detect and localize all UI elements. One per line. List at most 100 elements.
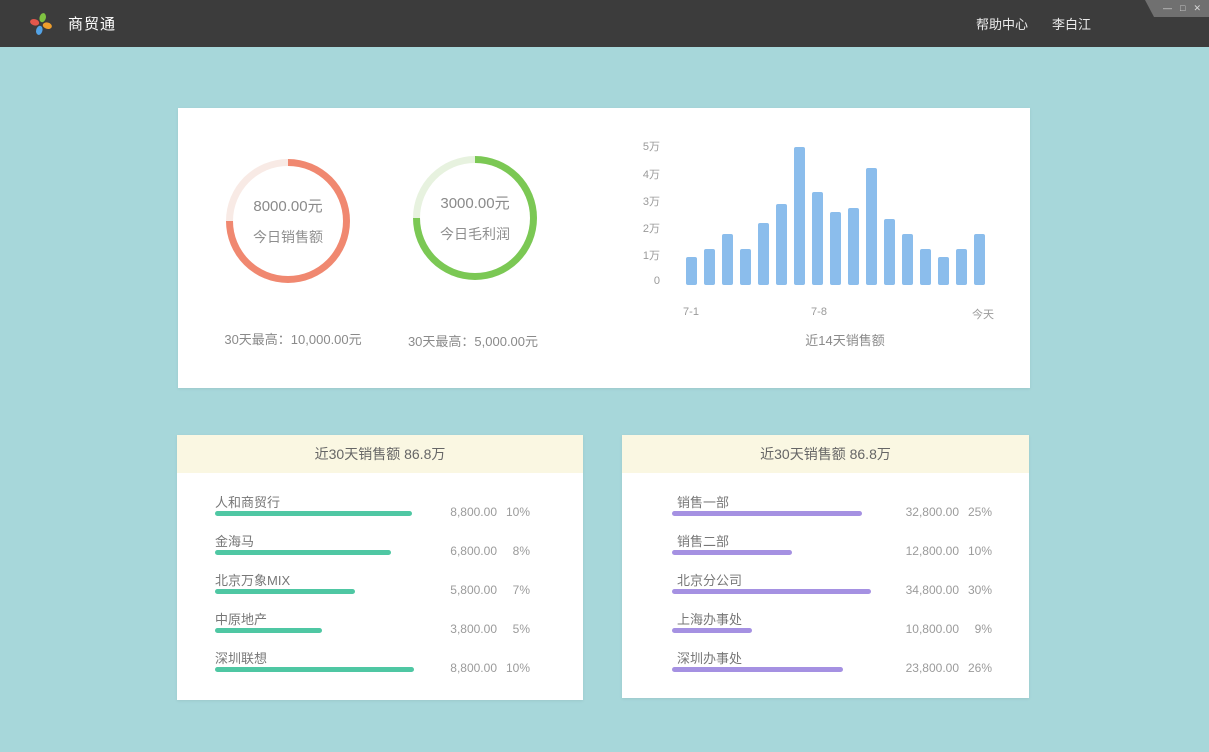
today-sales-value: 8000.00元 xyxy=(253,195,322,216)
donut-center: 3000.00元 今日毛利润 xyxy=(420,163,530,273)
rank-item-percent: 5% xyxy=(497,622,530,636)
sales-bar xyxy=(704,249,715,285)
overview-card: 8000.00元 今日销售额 30天最高：10,000.00元 3000.00元… xyxy=(178,108,1030,388)
titlebar: 商贸通 帮助中心 李白江 — □ ✕ xyxy=(0,0,1209,47)
help-center-link[interactable]: 帮助中心 xyxy=(976,14,1028,33)
sales-bar xyxy=(866,168,877,285)
rank-item-percent: 30% xyxy=(959,583,992,597)
today-profit-donut: 3000.00元 今日毛利润 xyxy=(413,156,537,280)
sales-bar xyxy=(902,234,913,285)
rank-item-values: 5,800.007% xyxy=(421,583,530,597)
rank-item-percent: 8% xyxy=(497,544,530,558)
rank-row: 深圳联想 8,800.0010% xyxy=(177,648,583,687)
y-tick-label: 0 xyxy=(620,275,660,287)
sales-bar xyxy=(740,249,751,285)
rank-item-percent: 25% xyxy=(959,505,992,519)
sales-bar xyxy=(686,257,697,285)
department-rank-card: 近30天销售额 86.8万 销售一部 32,800.0025% 销售二部 12,800… xyxy=(622,435,1029,698)
rank-item-name: 深圳办事处 xyxy=(677,648,742,667)
rank-item-percent: 10% xyxy=(497,661,530,675)
app-title: 商贸通 xyxy=(68,13,116,34)
rank-item-amount: 3,800.00 xyxy=(421,622,497,636)
user-menu[interactable]: 李白江 xyxy=(1052,14,1091,33)
rank-item-percent: 26% xyxy=(959,661,992,675)
rank-row: 销售二部 12,800.0010% xyxy=(622,531,1029,570)
rank-item-amount: 5,800.00 xyxy=(421,583,497,597)
rank-item-amount: 32,800.00 xyxy=(883,505,959,519)
sales-bar xyxy=(758,223,769,285)
rank-item-percent: 9% xyxy=(959,622,992,636)
rank-item-amount: 23,800.00 xyxy=(883,661,959,675)
department-rank-list: 销售一部 32,800.0025% 销售二部 12,800.0010% 北京分公司 34,… xyxy=(622,473,1029,687)
rank-item-percent: 10% xyxy=(959,544,992,558)
rank-item-bar xyxy=(215,550,391,555)
sales-bar xyxy=(812,192,823,285)
x-tick-label: 今天 xyxy=(953,306,1013,322)
sales-bar xyxy=(884,219,895,285)
sales-bar xyxy=(920,249,931,285)
rank-item-amount: 8,800.00 xyxy=(421,505,497,519)
sales-bar xyxy=(956,249,967,285)
rank-item-name: 深圳联想 xyxy=(215,648,267,667)
rank-item-amount: 8,800.00 xyxy=(421,661,497,675)
rank-row: 人和商贸行 8,800.0010% xyxy=(177,492,583,531)
sales-bar xyxy=(776,204,787,285)
sales-bar xyxy=(794,147,805,285)
rank-row: 深圳办事处 23,800.0026% xyxy=(622,648,1029,687)
rank-item-name: 北京万象MIX xyxy=(215,570,290,589)
rank-item-name: 金海马 xyxy=(215,531,254,550)
rank-item-name: 销售一部 xyxy=(677,492,729,511)
rank-item-values: 8,800.0010% xyxy=(421,661,530,675)
customer-rank-title: 近30天销售额 86.8万 xyxy=(177,435,583,473)
x-tick-label: 7-1 xyxy=(661,306,721,318)
rank-row: 销售一部 32,800.0025% xyxy=(622,492,1029,531)
pinwheel-logo-icon xyxy=(27,10,55,38)
y-tick-label: 2万 xyxy=(620,220,660,236)
sales-bars xyxy=(686,143,988,285)
rank-item-percent: 7% xyxy=(497,583,530,597)
rank-item-bar xyxy=(672,550,792,555)
rank-item-values: 8,800.0010% xyxy=(421,505,530,519)
rank-item-amount: 6,800.00 xyxy=(421,544,497,558)
rank-item-amount: 10,800.00 xyxy=(883,622,959,636)
rank-item-bar xyxy=(215,511,412,516)
rank-item-name: 销售二部 xyxy=(677,531,729,550)
rank-row: 北京分公司 34,800.0030% xyxy=(622,570,1029,609)
rank-item-name: 北京分公司 xyxy=(677,570,742,589)
rank-item-bar xyxy=(672,667,843,672)
rank-item-values: 12,800.0010% xyxy=(883,544,992,558)
minimize-icon[interactable]: — xyxy=(1163,4,1172,13)
sales-bar xyxy=(722,234,733,285)
rank-item-values: 10,800.009% xyxy=(883,622,992,636)
rank-item-values: 34,800.0030% xyxy=(883,583,992,597)
rank-row: 上海办事处 10,800.009% xyxy=(622,609,1029,648)
rank-item-values: 3,800.005% xyxy=(421,622,530,636)
y-tick-label: 3万 xyxy=(620,193,660,209)
rank-item-bar xyxy=(672,589,871,594)
today-profit-value: 3000.00元 xyxy=(440,192,509,213)
bar-chart-title: 近14天销售额 xyxy=(755,330,935,349)
rank-item-name: 上海办事处 xyxy=(677,609,742,628)
sales-bar xyxy=(938,257,949,285)
department-rank-title: 近30天销售额 86.8万 xyxy=(622,435,1029,473)
rank-item-bar xyxy=(215,667,414,672)
rank-item-bar xyxy=(215,589,355,594)
rank-item-name: 中原地产 xyxy=(215,609,267,628)
rank-row: 中原地产 3,800.005% xyxy=(177,609,583,648)
y-tick-label: 1万 xyxy=(620,247,660,263)
y-tick-label: 4万 xyxy=(620,166,660,182)
rank-item-bar xyxy=(215,628,322,633)
today-sales-donut: 8000.00元 今日销售额 xyxy=(226,159,350,283)
rank-item-percent: 10% xyxy=(497,505,530,519)
profit-30d-max: 30天最高：5,000.00元 xyxy=(363,331,583,350)
sales-bar xyxy=(848,208,859,285)
rank-row: 北京万象MIX 5,800.007% xyxy=(177,570,583,609)
donut-center: 8000.00元 今日销售额 xyxy=(233,166,343,276)
close-icon[interactable]: ✕ xyxy=(1193,4,1201,13)
rank-item-name: 人和商贸行 xyxy=(215,492,280,511)
maximize-icon[interactable]: □ xyxy=(1180,4,1185,13)
rank-row: 金海马 6,800.008% xyxy=(177,531,583,570)
customer-rank-card: 近30天销售额 86.8万 人和商贸行8,800.0010%金海马6,800.0… xyxy=(177,435,583,700)
rank-item-values: 23,800.0026% xyxy=(883,661,992,675)
rank-item-values: 6,800.008% xyxy=(421,544,530,558)
